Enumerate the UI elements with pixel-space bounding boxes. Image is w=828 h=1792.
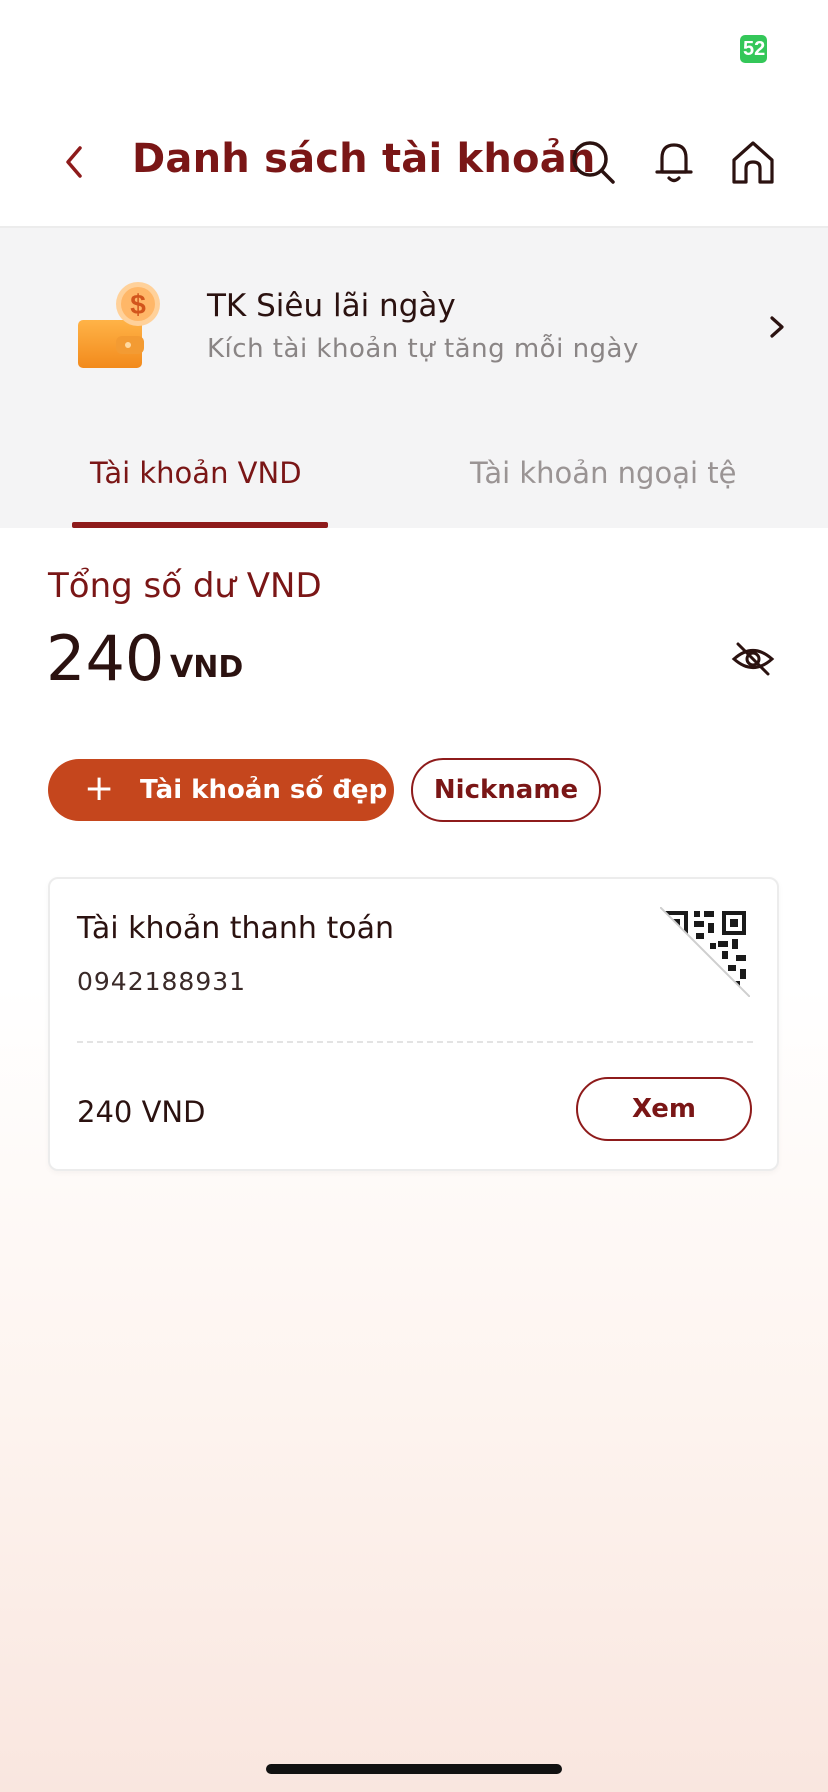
qr-code-icon[interactable]	[659, 906, 751, 998]
page-title: Danh sách tài khoản	[132, 136, 596, 182]
home-indicator[interactable]	[266, 1764, 562, 1774]
toggle-balance-visibility-button[interactable]	[730, 636, 776, 682]
home-icon	[732, 141, 774, 184]
home-button[interactable]	[729, 138, 777, 186]
active-tab-indicator	[72, 522, 328, 528]
card-divider	[77, 1041, 753, 1043]
tab-vnd-accounts[interactable]: Tài khoản VND	[90, 456, 302, 490]
notification-button[interactable]	[650, 138, 698, 186]
wallet-coin-icon: $	[76, 282, 168, 374]
promo-title: TK Siêu lãi ngày	[207, 288, 456, 324]
total-balance-label: Tổng số dư VND	[48, 566, 322, 606]
total-balance-amount: 240	[46, 622, 165, 695]
nickname-button[interactable]: Nickname	[411, 758, 601, 822]
add-nice-number-account-button[interactable]: + Tài khoản số đẹp	[48, 759, 394, 821]
plus-icon: +	[84, 768, 115, 809]
search-icon	[572, 141, 615, 184]
battery-indicator: 52	[740, 35, 767, 63]
account-name: Tài khoản thanh toán	[77, 911, 394, 946]
view-account-button[interactable]: Xem	[576, 1077, 752, 1141]
add-nice-number-account-label: Tài khoản số đẹp	[140, 775, 388, 805]
back-icon	[66, 146, 82, 178]
svg-text:$: $	[130, 289, 146, 320]
account-tabs: Tài khoản VND Tài khoản ngoại tệ	[0, 420, 828, 528]
bell-icon	[655, 143, 693, 183]
promo-banner[interactable]: $ TK Siêu lãi ngày Kích tài khoản tự tăn…	[0, 226, 828, 420]
header: Danh sách tài khoản	[0, 100, 828, 226]
tab-foreign-accounts[interactable]: Tài khoản ngoại tệ	[470, 456, 736, 490]
chevron-right-icon	[764, 312, 790, 342]
account-card[interactable]: Tài khoản thanh toán 0942188931 240 VND …	[48, 877, 779, 1171]
promo-subtitle: Kích tài khoản tự tăng mỗi ngày	[207, 334, 639, 364]
total-balance-currency: VND	[170, 650, 244, 685]
eye-slash-icon	[731, 642, 775, 676]
search-button[interactable]	[569, 138, 617, 186]
account-balance: 240 VND	[77, 1095, 206, 1129]
back-button[interactable]	[56, 140, 96, 184]
status-bar: 52	[0, 0, 828, 100]
account-number: 0942188931	[77, 967, 247, 996]
